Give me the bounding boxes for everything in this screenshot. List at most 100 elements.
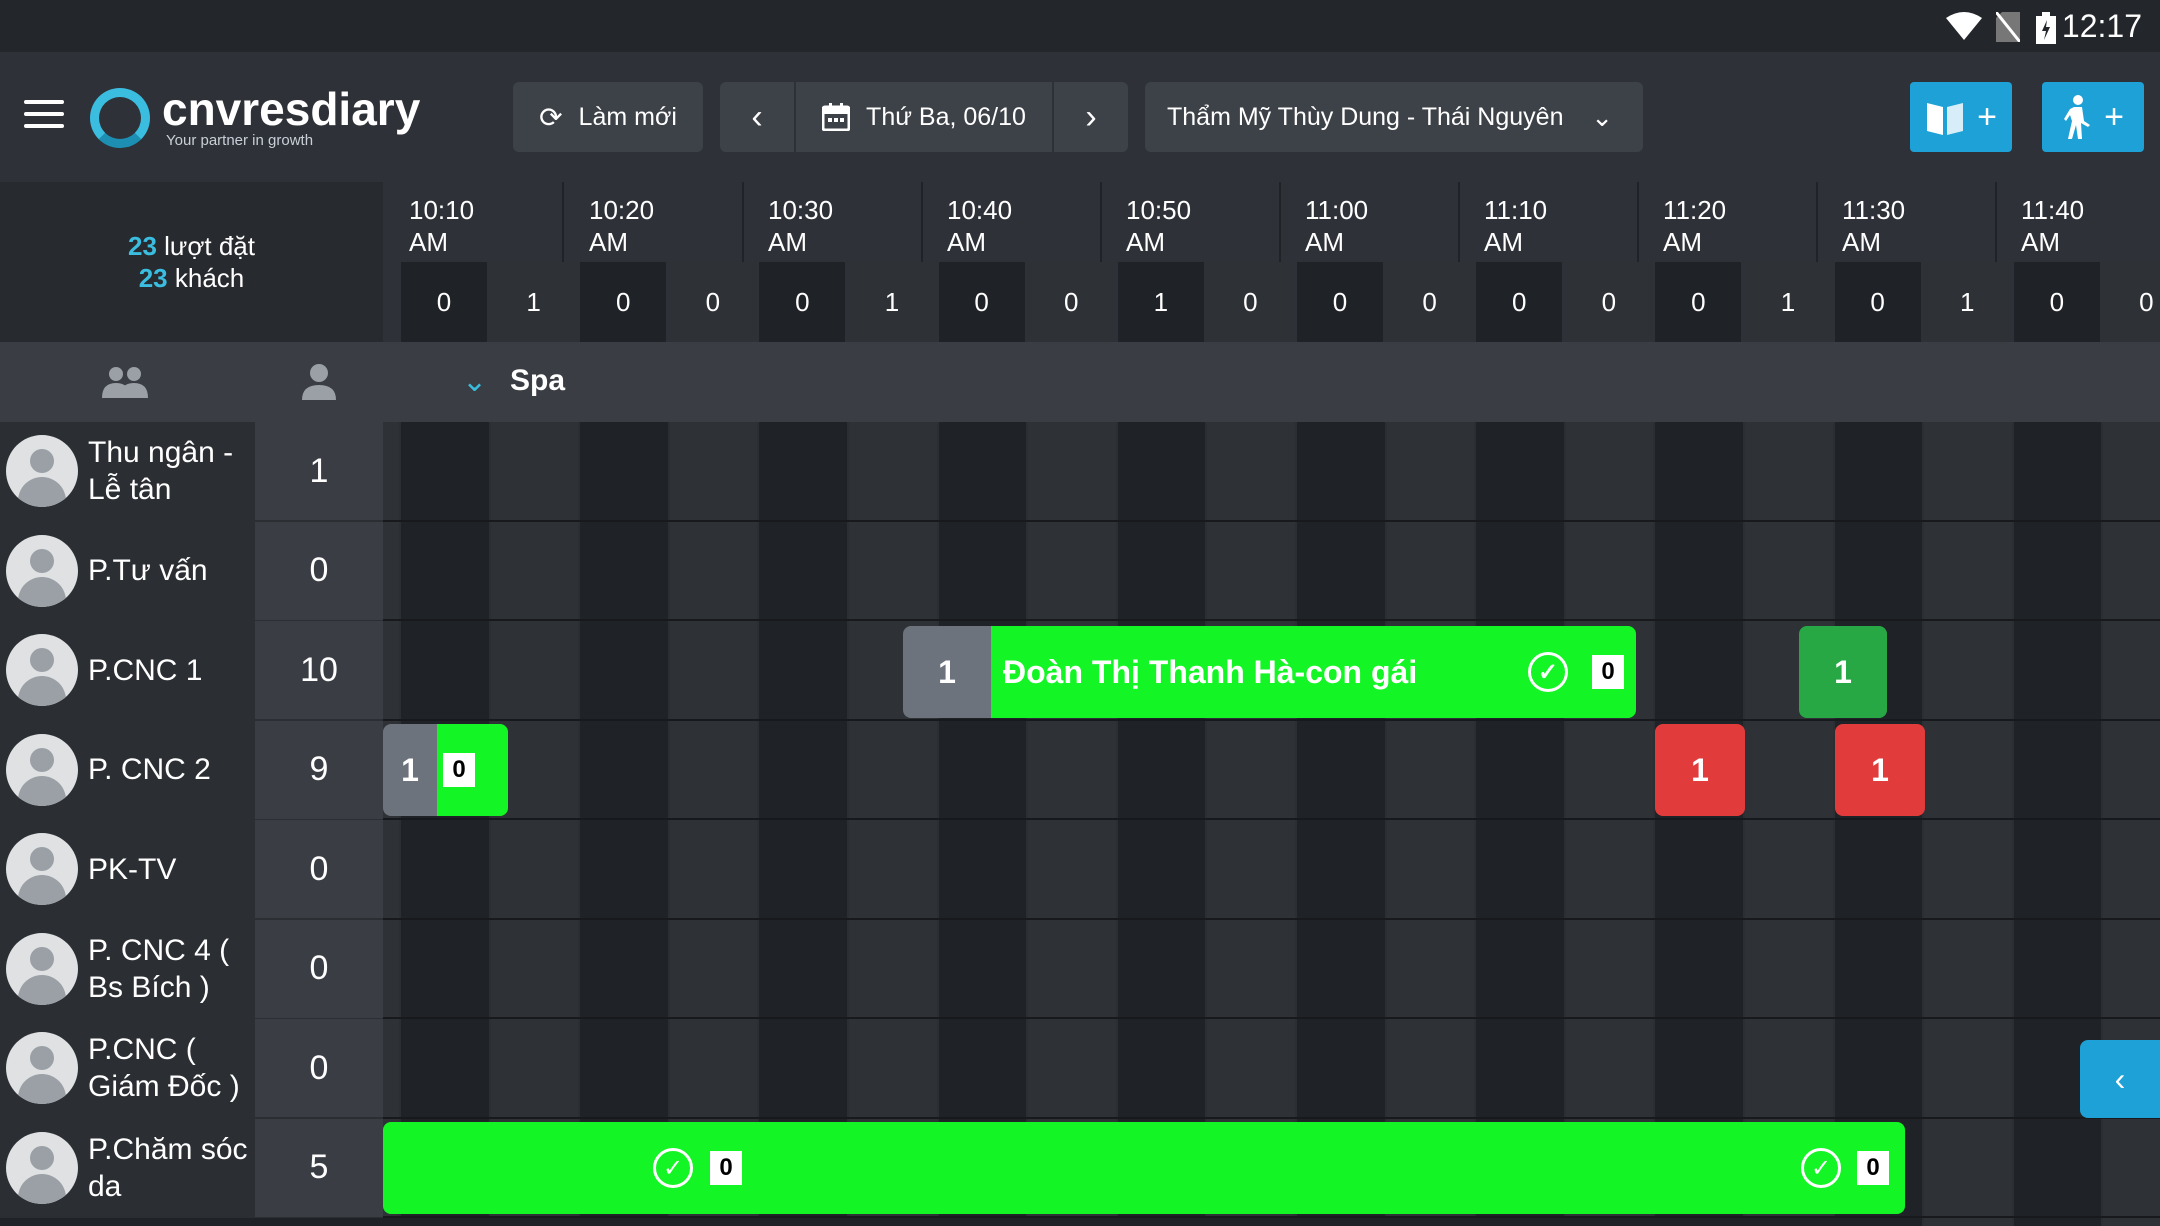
guests-count: 23 (138, 263, 168, 293)
resource-name-cell[interactable]: P.CNC ( Giám Đốc ) (0, 1019, 255, 1117)
schedule-grid[interactable] (383, 422, 2160, 1226)
resource-name-cell[interactable]: P.Tư vấn (0, 521, 255, 620)
booking-cnc2-small[interactable]: 1 0 (383, 724, 508, 816)
resource-count: 0 (255, 919, 383, 1018)
grid-column (580, 422, 670, 1226)
booking-cham-soc-da[interactable]: ✓ 0 ✓ 0 (383, 1122, 1905, 1214)
slot-counts-row: 01000100100000010100 (383, 262, 2160, 342)
check-icon: ✓ (1801, 1148, 1841, 1188)
branch-select[interactable]: Thẩm Mỹ Thùy Dung - Thái Nguyên ⌄ (1145, 82, 1643, 152)
resource-name-cell[interactable]: P. CNC 4 ( Bs Bích ) (0, 919, 255, 1018)
resource-name: Thu ngân - Lễ tân (88, 436, 234, 506)
grid-row-line (383, 1017, 2160, 1019)
add-booking-button[interactable]: + (1910, 82, 2012, 152)
time-label: 10:50 AM (1126, 195, 1192, 257)
menu-icon[interactable] (24, 100, 64, 132)
time-label: 10:10 AM (409, 195, 475, 257)
book-icon (1927, 103, 1964, 135)
resource-name: P.Chăm sóc da (88, 1132, 248, 1203)
chevron-down-icon: ⌄ (1591, 101, 1613, 132)
resource-row: P.Tư vấn 0 (0, 521, 383, 620)
person-icon (302, 364, 336, 400)
grid-column (1655, 422, 1745, 1226)
booking-summary: 23 lượt đặt 23 khách (0, 182, 383, 342)
avatar (6, 733, 78, 806)
bookings-label: lượt đặt (164, 231, 255, 261)
grid-row-line (383, 718, 2160, 721)
side-panel-toggle[interactable]: ‹ (2080, 1040, 2160, 1118)
avatar (6, 534, 78, 607)
branch-label: Thẩm Mỹ Thùy Dung - Thái Nguyên (1167, 102, 1564, 131)
chevron-left-icon: ‹ (751, 97, 763, 136)
resource-row: PK-TV 0 (0, 820, 383, 918)
grid-row-line (383, 619, 2160, 621)
grid-column (669, 422, 760, 1226)
resource-count: 10 (255, 621, 383, 719)
booking-number: 1 (903, 626, 991, 718)
booking-cnc2-red-2[interactable]: 1 (1835, 724, 1925, 816)
next-date-button[interactable]: › (1054, 82, 1128, 152)
calendar-icon (822, 103, 851, 131)
resource-row: P.CNC 1 10 (0, 621, 383, 719)
avatar (6, 1032, 78, 1104)
booking-cnc2-red-1[interactable]: 1 (1655, 724, 1745, 816)
avatar (6, 833, 78, 905)
group-header[interactable]: ⌄ Spa (0, 342, 2160, 422)
avatar (6, 435, 78, 507)
grid-column (759, 422, 849, 1226)
date-picker[interactable]: Thứ Ba, 06/10 (796, 82, 1052, 152)
slot-count: 1 (849, 262, 935, 342)
slot-count: 1 (1924, 262, 2011, 342)
time-label: 11:30 AM (1842, 195, 1906, 257)
system-status-bar: 12:17 (0, 0, 2160, 52)
resource-name: P. CNC 2 (88, 753, 211, 786)
check-icon: ✓ (653, 1148, 693, 1188)
time-label: 10:20 AM (589, 195, 655, 257)
resource-name-cell[interactable]: Thu ngân - Lễ tân (0, 422, 255, 520)
chevron-left-icon: ‹ (2114, 1060, 2126, 1097)
slot-count: 0 (401, 262, 487, 342)
resource-name: P.Tư vấn (88, 554, 208, 587)
slot-count: 0 (938, 262, 1025, 342)
booking-cnc1-main[interactable]: 1 Đoàn Thị Thanh Hà-con gái ✓ 0 (903, 626, 1636, 718)
resource-name-cell[interactable]: P.Chăm sóc da (0, 1118, 255, 1217)
resource-count: 5 (255, 1118, 383, 1217)
logo-mark-icon (90, 87, 150, 148)
grid-column (383, 422, 401, 1226)
clock: 12:17 (2061, 8, 2142, 44)
booking-customer-name: Đoàn Thị Thanh Hà-con gái (1003, 653, 1418, 690)
time-header: 10:10 AM 10:20 AM 10:30 AM 10:40 AM 10:50 AM … (383, 182, 2160, 262)
add-walkin-button[interactable]: + (2042, 82, 2144, 152)
time-label: 11:40 AM (2021, 195, 2085, 257)
grid-row-line (383, 519, 2160, 522)
time-label: 11:20 AM (1663, 195, 1727, 257)
resource-name: P.CNC 1 (88, 653, 203, 687)
grid-column (849, 422, 939, 1226)
slot-count: 0 (2103, 262, 2160, 342)
resource-count: 1 (255, 422, 383, 520)
app-toolbar: cnvresdiary Your partner in growth ⟳ Làm… (0, 52, 2160, 182)
grid-row-line (383, 917, 2160, 920)
slot-count: 1 (490, 262, 577, 342)
wifi-icon (1946, 12, 1982, 40)
avatar (6, 932, 78, 1005)
prev-date-button[interactable]: ‹ (720, 82, 794, 152)
resource-count: 0 (255, 1019, 383, 1117)
resource-name-cell[interactable]: P. CNC 2 (0, 720, 255, 819)
refresh-icon: ⟳ (539, 101, 563, 133)
time-label: 10:30 AM (768, 195, 834, 257)
avatar (6, 634, 78, 706)
slot-count: 0 (1297, 262, 1383, 342)
resource-name-cell[interactable]: PK-TV (0, 820, 255, 918)
resource-name-cell[interactable]: P.CNC 1 (0, 621, 255, 719)
slot-count: 0 (1655, 262, 1742, 342)
resource-count: 9 (255, 720, 383, 819)
refresh-button[interactable]: ⟳ Làm mới (513, 82, 703, 152)
slot-count: 0 (1565, 262, 1652, 342)
booking-cnc1-tile[interactable]: 1 (1799, 626, 1887, 718)
grid-column (938, 422, 1029, 1226)
resource-row: P. CNC 2 9 (0, 720, 383, 819)
grid-column (1565, 422, 1656, 1226)
slot-count: 0 (1028, 262, 1115, 342)
booking-zero-badge: 0 (1592, 655, 1624, 689)
